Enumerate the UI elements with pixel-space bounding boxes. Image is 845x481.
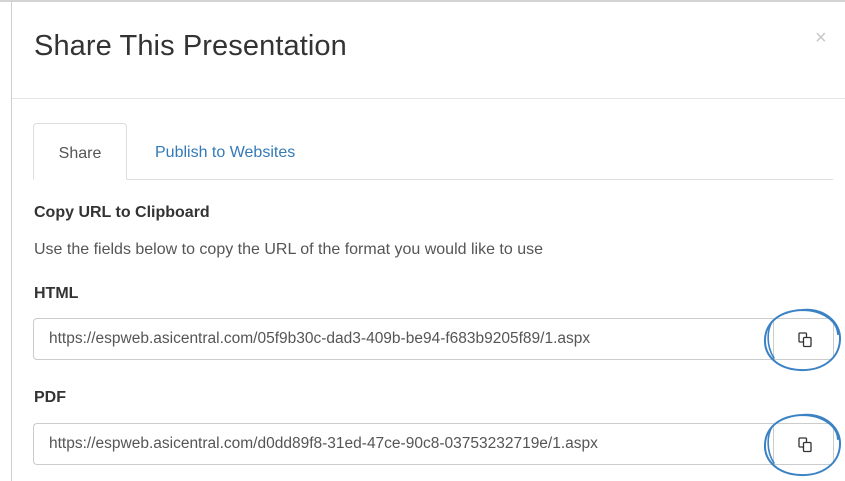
- copy-html-url-button[interactable]: [773, 318, 834, 360]
- copy-icon: [798, 332, 812, 348]
- copy-icon: [798, 437, 812, 453]
- pdf-url-group: [33, 423, 834, 465]
- html-url-input[interactable]: [33, 318, 773, 360]
- help-text: Use the fields below to copy the URL of …: [34, 241, 544, 258]
- header-divider: [12, 98, 845, 99]
- section-title: Copy URL to Clipboard: [34, 204, 210, 221]
- modal-top-border: [0, 0, 845, 2]
- close-icon[interactable]: ×: [815, 28, 827, 48]
- modal-left-border: [11, 0, 12, 481]
- pdf-url-input[interactable]: [33, 423, 773, 465]
- tab-share[interactable]: Share: [33, 123, 127, 180]
- share-modal: Share This Presentation × Share Publish …: [0, 0, 845, 481]
- html-url-group: [33, 318, 834, 360]
- html-field-label: HTML: [34, 285, 79, 302]
- tab-bar: [33, 179, 833, 180]
- modal-title: Share This Presentation: [34, 30, 347, 62]
- pdf-field-label: PDF: [34, 389, 66, 406]
- tab-publish-to-websites[interactable]: Publish to Websites: [155, 143, 295, 163]
- copy-pdf-url-button[interactable]: [773, 423, 834, 465]
